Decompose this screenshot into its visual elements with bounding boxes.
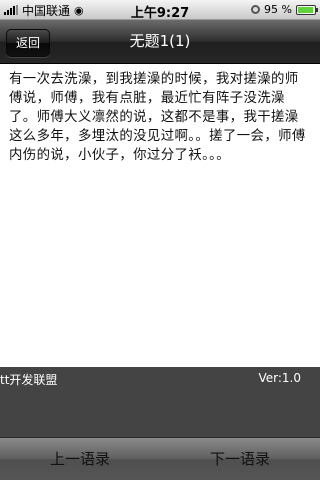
info-bar: tt开发联盟 Ver:1.0 <box>0 367 320 437</box>
next-quote-button[interactable]: 下一语录 <box>160 438 320 480</box>
status-bar: 中国联通 ◉ 上午9:27 95 % <box>0 0 320 21</box>
content-area[interactable]: 有一次去洗澡，到我搓澡的时候，我对搓澡的师傅说，师傅，我有点脏，最近忙有阵子没洗… <box>0 64 320 367</box>
back-button[interactable]: 返回 <box>6 29 51 57</box>
battery-icon <box>296 4 318 15</box>
orientation-lock-icon <box>251 5 261 14</box>
nav-bar: 返回 无题1(1) <box>0 20 320 64</box>
quote-text: 有一次去洗澡，到我搓澡的时候，我对搓澡的师傅说，师傅，我有点脏，最近忙有阵子没洗… <box>9 72 306 163</box>
battery-percent: 95 % <box>264 3 292 16</box>
status-right: 95 % <box>251 3 318 16</box>
previous-quote-button[interactable]: 上一语录 <box>0 438 160 480</box>
developer-label: tt开发联盟 <box>0 373 58 387</box>
version-label: Ver:1.0 <box>258 371 301 385</box>
page-title: 无题1(1) <box>129 32 191 50</box>
bottom-toolbar: 上一语录 下一语录 <box>0 437 320 480</box>
battery-fill <box>298 6 314 13</box>
